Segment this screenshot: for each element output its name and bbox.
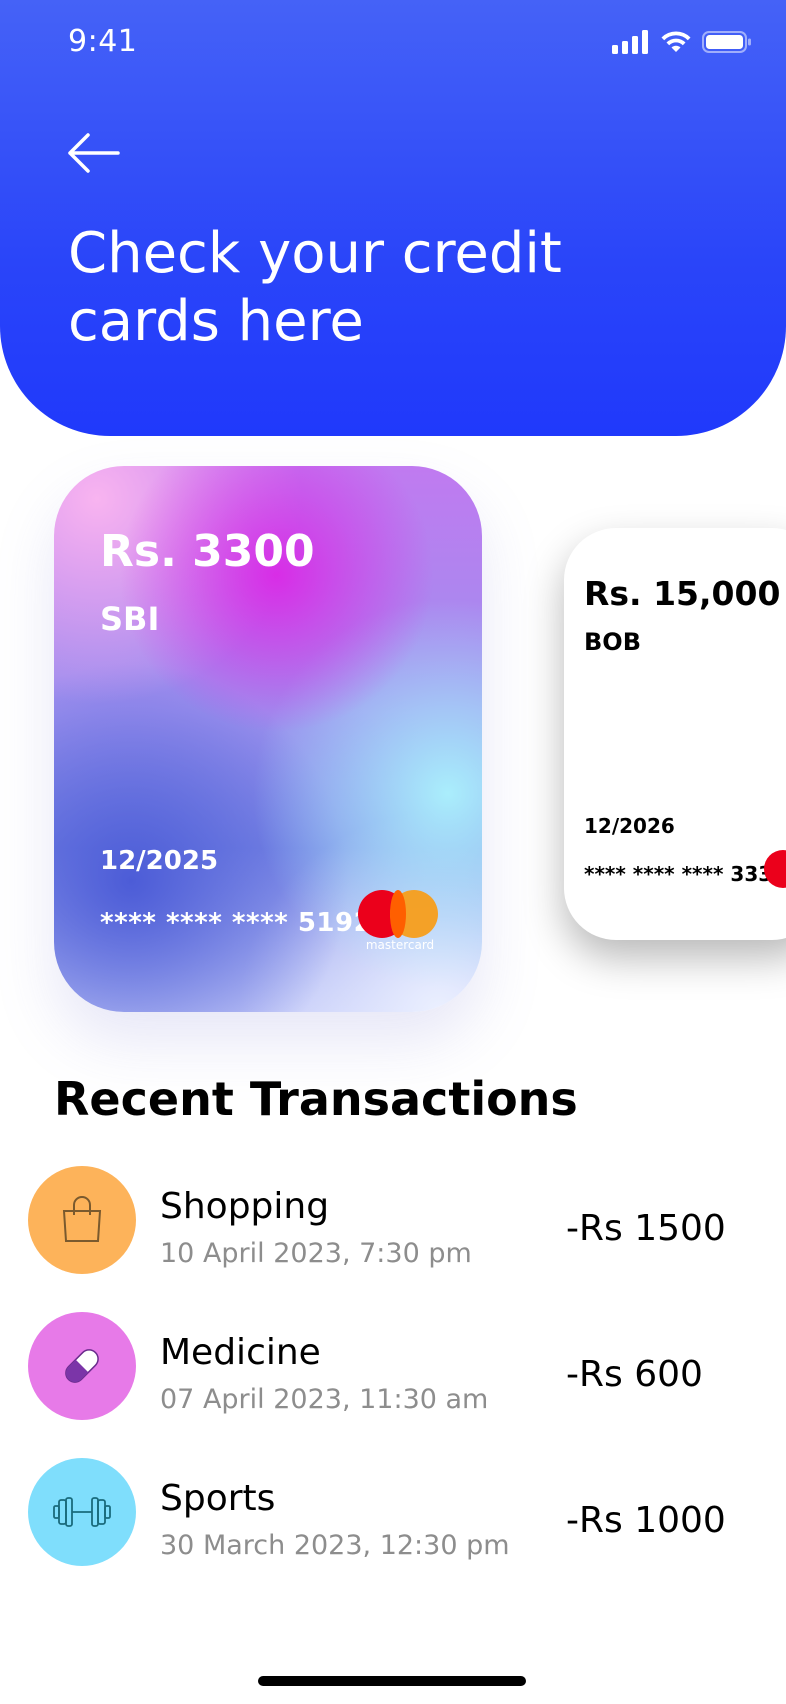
battery-icon: [702, 31, 751, 53]
card-bank-name: BOB: [584, 628, 641, 656]
card-expiry: 12/2026: [584, 814, 675, 838]
transaction-date: 30 March 2023, 12:30 pm: [160, 1530, 510, 1561]
transaction-amount: -Rs 1000: [566, 1500, 726, 1541]
transaction-date: 07 April 2023, 11:30 am: [160, 1384, 489, 1415]
header: 9:41 Check your credit cards here: [0, 0, 786, 436]
status-time: 9:41: [68, 24, 138, 59]
section-title: Recent Transactions: [54, 1072, 578, 1126]
transaction-row-shopping[interactable]: Shopping 10 April 2023, 7:30 pm -Rs 1500: [0, 1164, 786, 1274]
credit-card-sbi[interactable]: Rs. 3300 SBI 12/2025 **** **** **** 5192…: [54, 466, 482, 1012]
transaction-name: Shopping: [160, 1186, 330, 1227]
wifi-icon: [661, 31, 691, 52]
transaction-row-medicine[interactable]: Medicine 07 April 2023, 11:30 am -Rs 600: [0, 1310, 786, 1420]
transaction-amount: -Rs 600: [566, 1354, 703, 1395]
card-number: **** **** **** 5192: [100, 908, 373, 938]
dumbbell-icon: [28, 1458, 136, 1566]
transaction-name: Medicine: [160, 1332, 321, 1373]
transaction-date: 10 April 2023, 7:30 pm: [160, 1238, 472, 1269]
transaction-row-sports[interactable]: Sports 30 March 2023, 12:30 pm -Rs 1000: [0, 1456, 786, 1566]
status-icons: [612, 30, 752, 54]
signal-icon: [612, 30, 648, 54]
card-bank-name: SBI: [100, 600, 160, 638]
credit-card-bob[interactable]: Rs. 15,000 BOB 12/2026 **** **** **** 33…: [564, 528, 786, 940]
card-expiry: 12/2025: [100, 846, 219, 876]
back-arrow-icon[interactable]: [64, 128, 122, 178]
home-indicator[interactable]: [258, 1676, 526, 1686]
card-number: **** **** **** 3334: [584, 862, 786, 886]
page-title: Check your credit cards here: [68, 221, 562, 354]
shopping-bag-icon: [28, 1166, 136, 1274]
pill-icon: [28, 1312, 136, 1420]
transaction-name: Sports: [160, 1478, 276, 1519]
card-balance: Rs. 15,000: [584, 574, 781, 613]
transaction-amount: -Rs 1500: [566, 1208, 726, 1249]
mastercard-label: mastercard: [365, 938, 435, 952]
mastercard-logo-icon: mastercard: [356, 890, 440, 956]
card-balance: Rs. 3300: [100, 526, 315, 577]
